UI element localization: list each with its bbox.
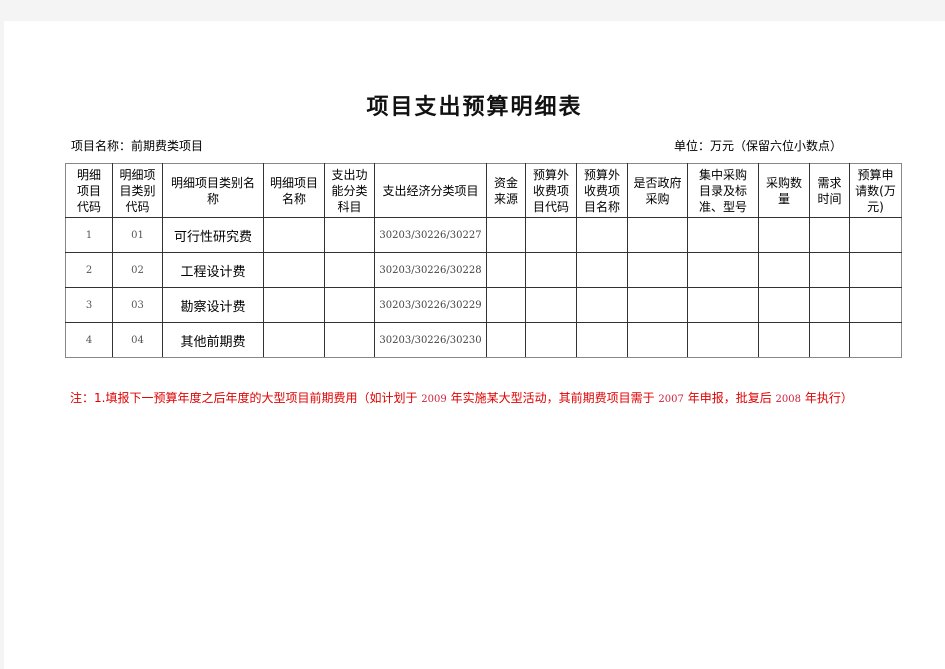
item-name-cell[interactable] [263, 252, 325, 288]
header-category-name: 明细项目类别名称 [162, 163, 264, 218]
header-row: 明细项目代码 明细项目类别代码 明细项目类别名称 明细项目名称 支出功能分类科目… [65, 163, 902, 218]
gov-procurement-cell[interactable] [627, 287, 688, 323]
gov-procurement-cell[interactable] [627, 217, 688, 253]
required-time-cell[interactable] [809, 322, 850, 358]
header-budget-amount: 预算申请数(万元) [849, 163, 902, 218]
fund-source-cell[interactable] [486, 217, 526, 253]
project-name-label: 项目名称：前期费类项目 [71, 139, 204, 153]
gov-procurement-cell[interactable] [627, 322, 688, 358]
category-code-cell: 04 [112, 322, 163, 358]
extra-budget-code-cell[interactable] [525, 217, 577, 253]
category-name-cell: 可行性研究费 [162, 217, 264, 253]
header-extra-budget-code: 预算外收费项目代码 [525, 163, 577, 218]
footnote: 注：1.填报下一预算年度之后年度的大型项目前期费用（如计划于 2009 年实施某… [70, 389, 853, 406]
category-code-cell: 01 [112, 217, 163, 253]
category-name-cell: 勘察设计费 [162, 287, 264, 323]
budget-amount-cell[interactable] [849, 217, 902, 253]
gov-procurement-cell[interactable] [627, 252, 688, 288]
extra-budget-code-cell[interactable] [525, 252, 577, 288]
extra-budget-name-cell[interactable] [576, 287, 628, 323]
category-name-cell: 其他前期费 [162, 322, 264, 358]
table-row: 2 02 工程设计费 30203/30226/30228 [65, 252, 902, 288]
item-name-cell[interactable] [263, 322, 325, 358]
footnote-text: 年执行） [804, 391, 853, 405]
footnote-text: 年实施某大型活动，其前期费项目需于 [450, 391, 655, 405]
table-row: 3 03 勘察设计费 30203/30226/30229 [65, 287, 902, 323]
footnote-year: 2007 [658, 394, 684, 405]
header-procurement-quantity: 采购数量 [758, 163, 810, 218]
category-code-cell: 03 [112, 287, 163, 323]
extra-budget-code-cell[interactable] [525, 322, 577, 358]
unit-label: 单位：万元（保留六位小数点） [674, 139, 843, 153]
economic-class-cell: 30203/30226/30229 [374, 287, 487, 323]
extra-budget-code-cell[interactable] [525, 287, 577, 323]
header-function-class: 支出功能分类科目 [324, 163, 375, 218]
procurement-catalog-cell[interactable] [687, 322, 759, 358]
header-extra-budget-name: 预算外收费项目名称 [576, 163, 628, 218]
item-name-cell[interactable] [263, 287, 325, 323]
procurement-quantity-cell[interactable] [758, 322, 810, 358]
required-time-cell[interactable] [809, 287, 850, 323]
economic-class-cell: 30203/30226/30227 [374, 217, 487, 253]
procurement-quantity-cell[interactable] [758, 287, 810, 323]
economic-class-cell: 30203/30226/30230 [374, 322, 487, 358]
budget-detail-table: 明细项目代码 明细项目类别代码 明细项目类别名称 明细项目名称 支出功能分类科目… [65, 163, 902, 358]
header-gov-procurement: 是否政府采购 [627, 163, 688, 218]
procurement-catalog-cell[interactable] [687, 287, 759, 323]
function-class-cell[interactable] [324, 287, 375, 323]
header-fund-source: 资金来源 [486, 163, 526, 218]
document-page: 项目支出预算明细表 项目名称：前期费类项目 单位：万元（保留六位小数点） 明细项… [4, 21, 945, 669]
required-time-cell[interactable] [809, 252, 850, 288]
fund-source-cell[interactable] [486, 287, 526, 323]
footnote-year: 2008 [775, 394, 801, 405]
header-required-time: 需求时间 [809, 163, 850, 218]
function-class-cell[interactable] [324, 322, 375, 358]
fund-source-cell[interactable] [486, 322, 526, 358]
category-code-cell: 02 [112, 252, 163, 288]
extra-budget-name-cell[interactable] [576, 252, 628, 288]
detail-code-cell: 4 [65, 322, 113, 358]
procurement-quantity-cell[interactable] [758, 252, 810, 288]
required-time-cell[interactable] [809, 217, 850, 253]
item-name-cell[interactable] [263, 217, 325, 253]
detail-code-cell: 1 [65, 217, 113, 253]
extra-budget-name-cell[interactable] [576, 217, 628, 253]
header-item-name: 明细项目名称 [263, 163, 325, 218]
table-row: 1 01 可行性研究费 30203/30226/30227 [65, 217, 902, 253]
header-procurement-catalog: 集中采购目录及标准、型号 [687, 163, 759, 218]
budget-amount-cell[interactable] [849, 252, 902, 288]
detail-code-cell: 2 [65, 252, 113, 288]
table-row: 4 04 其他前期费 30203/30226/30230 [65, 322, 902, 358]
header-economic-class: 支出经济分类项目 [374, 163, 487, 218]
budget-amount-cell[interactable] [849, 287, 902, 323]
footnote-text: 年申报，批复后 [687, 391, 772, 405]
header-category-code: 明细项目类别代码 [112, 163, 163, 218]
fund-source-cell[interactable] [486, 252, 526, 288]
function-class-cell[interactable] [324, 217, 375, 253]
footnote-year: 2009 [421, 394, 447, 405]
procurement-quantity-cell[interactable] [758, 217, 810, 253]
economic-class-cell: 30203/30226/30228 [374, 252, 487, 288]
header-detail-code: 明细项目代码 [65, 163, 113, 218]
procurement-catalog-cell[interactable] [687, 252, 759, 288]
footnote-text: 注：1.填报下一预算年度之后年度的大型项目前期费用（如计划于 [70, 391, 418, 405]
extra-budget-name-cell[interactable] [576, 322, 628, 358]
page-title: 项目支出预算明细表 [366, 94, 583, 120]
detail-code-cell: 3 [65, 287, 113, 323]
budget-amount-cell[interactable] [849, 322, 902, 358]
category-name-cell: 工程设计费 [162, 252, 264, 288]
procurement-catalog-cell[interactable] [687, 217, 759, 253]
function-class-cell[interactable] [324, 252, 375, 288]
